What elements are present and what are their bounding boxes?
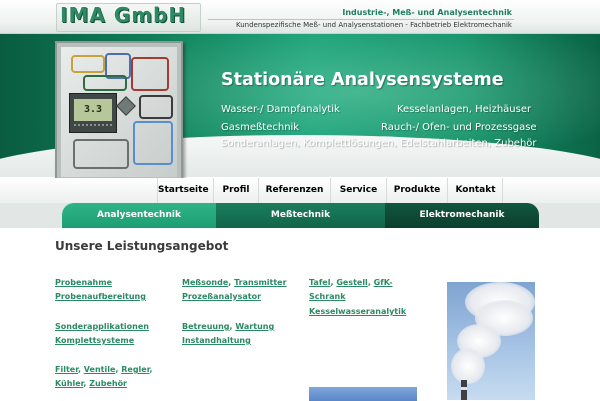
device-lcd-value: 3.3 xyxy=(74,99,112,121)
subnav-messtechnik[interactable]: Meßtechnik xyxy=(216,203,385,228)
link-transmitter[interactable]: Transmitter xyxy=(234,278,286,287)
list-item: Meßsonde, Transmitter Prozeßanalysator xyxy=(182,278,287,301)
link-tafel[interactable]: Tafel xyxy=(309,278,330,287)
link-messsonde[interactable]: Meßsonde xyxy=(182,278,228,287)
link-instandhaltung[interactable]: Instandhaltung xyxy=(182,336,251,345)
list-item: Sonderapplikationen Komplettsysteme xyxy=(55,320,149,348)
banner-line-1-right: Kesselanlagen, Heizhäuser xyxy=(397,104,532,115)
link-zubehoer[interactable]: Zubehör xyxy=(89,379,127,388)
section-title: Unsere Leistungsangebot xyxy=(55,239,229,253)
link-prozessanalysator[interactable]: Prozeßanalysator xyxy=(182,292,261,301)
banner-line-2-left: Gasmeßtechnik xyxy=(221,122,300,133)
promo-box xyxy=(309,387,417,401)
subnav-analysentechnik[interactable]: Analysentechnik xyxy=(62,203,216,228)
link-probenahme[interactable]: Probenahme xyxy=(55,278,112,287)
list-item: Tafel, Gestell, GfK-Schrank xyxy=(309,278,393,301)
banner-line-1-left: Wasser-/ Dampfanalytik xyxy=(221,104,340,115)
link-kesselwasseranalytik[interactable]: Kesselwasseranalytik xyxy=(309,307,406,316)
link-betreuung[interactable]: Betreuung xyxy=(182,322,230,331)
nav-divider xyxy=(502,178,503,203)
nav-startseite[interactable]: Startseite xyxy=(157,178,209,203)
subnav-elektromechanik[interactable]: Elektromechanik xyxy=(385,203,539,228)
company-logo[interactable]: IMA GmbH xyxy=(60,3,186,27)
nav-produkte[interactable]: Produkte xyxy=(386,178,447,203)
banner-line-2-right: Rauch-/ Ofen- und Prozessgase xyxy=(381,122,537,133)
list-item: Probenahme Probenaufbereitung xyxy=(55,276,146,304)
list-item: Filter, Ventile, Regler, Kühler, Zubehör xyxy=(55,365,153,388)
header-divider xyxy=(208,19,514,20)
link-probenaufbereitung[interactable]: Probenaufbereitung xyxy=(55,292,146,301)
link-wartung[interactable]: Wartung xyxy=(235,322,274,331)
banner-line-3: Sonderanlagen, Komplettlösungen, Edelsta… xyxy=(221,138,537,149)
link-sonderapplikationen[interactable]: Sonderapplikationen xyxy=(55,322,149,331)
nav-referenzen[interactable]: Referenzen xyxy=(258,178,330,203)
link-gestell[interactable]: Gestell xyxy=(336,278,368,287)
list-item: Kesselwasseranalytik xyxy=(309,305,406,319)
link-kuehler[interactable]: Kühler xyxy=(55,379,83,388)
device-knob xyxy=(116,96,136,116)
nav-kontakt[interactable]: Kontakt xyxy=(447,178,503,203)
header-subline: Kundenspezifische Meß- und Analysenstati… xyxy=(235,21,512,29)
link-regler[interactable]: Regler xyxy=(121,365,149,374)
header-tagline: Industrie-, Meß- und Analysentechnik xyxy=(342,8,512,17)
link-filter[interactable]: Filter xyxy=(55,365,78,374)
list-item: Betreuung, Wartung Instandhaltung xyxy=(182,322,275,345)
link-komplettsysteme[interactable]: Komplettsysteme xyxy=(55,336,134,345)
device-display: 3.3 xyxy=(69,93,117,133)
nav-service[interactable]: Service xyxy=(330,178,386,203)
banner-title: Stationäre Analysensysteme xyxy=(221,70,504,90)
chimney-smoke-photo xyxy=(447,282,535,400)
analyzer-device-image: 3.3 xyxy=(55,41,183,183)
nav-profil[interactable]: Profil xyxy=(213,178,258,203)
link-ventile[interactable]: Ventile xyxy=(84,365,116,374)
